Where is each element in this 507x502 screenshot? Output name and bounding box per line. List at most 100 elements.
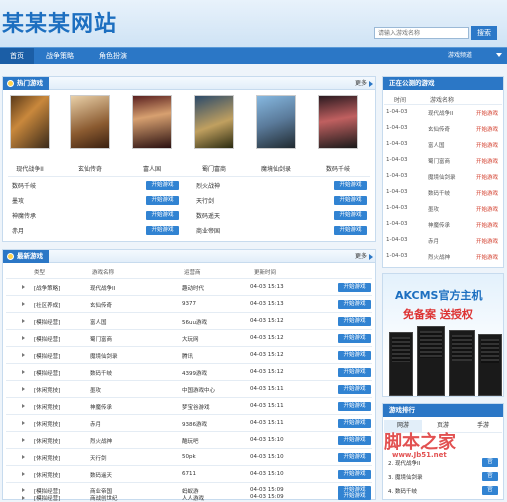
game-type[interactable]: [休闲竞技] (34, 386, 60, 394)
game-card-name[interactable]: 魔境仙剑录 (248, 164, 304, 173)
test-game-name[interactable]: 玄仙传奇 (428, 125, 450, 133)
game-name[interactable]: 蜀门富商 (90, 335, 112, 343)
game-name[interactable]: 富人国 (90, 318, 107, 326)
start-game-button[interactable]: 开始游戏 (334, 226, 367, 235)
hot-game-name[interactable]: 数码遥天 (196, 211, 220, 220)
game-type[interactable]: [休闲竞技] (34, 403, 60, 411)
rank-item[interactable]: 4. 数码千岐 (388, 487, 417, 495)
game-cover-5[interactable] (256, 95, 296, 149)
hot-game-name[interactable]: 天行剑 (196, 196, 214, 205)
start-game-link[interactable]: 开始游戏 (476, 173, 498, 181)
start-game-button[interactable]: 开始游戏 (334, 196, 367, 205)
game-cover-2[interactable] (70, 95, 110, 149)
game-name[interactable]: 神魔传承 (90, 403, 112, 411)
rank-tag[interactable]: 官 (482, 486, 498, 495)
game-channel-link[interactable]: 游戏频道 (448, 48, 472, 64)
search-button[interactable]: 搜索 (471, 26, 497, 40)
game-name[interactable]: 商战创世纪 (90, 494, 118, 502)
game-type[interactable]: [模拟经营] (34, 318, 60, 326)
start-game-button[interactable]: 开始游戏 (146, 211, 179, 220)
test-game-name[interactable]: 神魔传承 (428, 221, 450, 229)
start-game-button[interactable]: 开始游戏 (146, 181, 179, 190)
game-cover-4[interactable] (194, 95, 234, 149)
start-game-button[interactable]: 开始游戏 (338, 368, 371, 377)
game-name[interactable]: 数码遥天 (90, 471, 112, 479)
start-game-button[interactable]: 开始游戏 (334, 181, 367, 190)
game-name[interactable]: 赤月 (90, 420, 101, 428)
game-name[interactable]: 烈火战神 (90, 437, 112, 445)
start-game-button[interactable]: 开始游戏 (338, 436, 371, 445)
rank-item[interactable]: 3. 魔境仙剑录 (388, 473, 423, 481)
game-name[interactable]: 玄仙传奇 (90, 301, 112, 309)
start-game-button[interactable]: 开始游戏 (338, 283, 371, 292)
start-game-button[interactable]: 开始游戏 (338, 317, 371, 326)
test-game-name[interactable]: 墨攻 (428, 205, 439, 213)
hot-game-name[interactable]: 墨攻 (12, 196, 24, 205)
start-game-button[interactable]: 开始游戏 (146, 226, 179, 235)
game-name[interactable]: 墨攻 (90, 386, 101, 394)
game-name[interactable]: 数码千岐 (90, 369, 112, 377)
test-game-name[interactable]: 数码千岐 (428, 189, 450, 197)
start-game-link[interactable]: 开始游戏 (476, 253, 498, 261)
start-game-button[interactable]: 开始游戏 (338, 300, 371, 309)
game-name[interactable]: 天行剑 (90, 454, 107, 462)
game-name[interactable]: 魔境仙剑录 (90, 352, 118, 360)
game-type[interactable]: [休闲竞技] (34, 471, 60, 479)
start-game-link[interactable]: 开始游戏 (476, 141, 498, 149)
game-card-name[interactable]: 富人国 (124, 164, 180, 173)
game-type[interactable]: [模拟经营] (34, 494, 60, 502)
start-game-button[interactable]: 开始游戏 (338, 385, 371, 394)
test-game-name[interactable]: 魔境仙剑录 (428, 173, 456, 181)
game-type[interactable]: [社区养成] (34, 301, 60, 309)
game-cover-1[interactable] (10, 95, 50, 149)
test-game-name[interactable]: 富人国 (428, 141, 445, 149)
start-game-button[interactable]: 开始游戏 (338, 351, 371, 360)
hot-game-name[interactable]: 数码千岐 (12, 181, 36, 190)
start-game-link[interactable]: 开始游戏 (476, 109, 498, 117)
chevron-down-icon[interactable] (496, 53, 502, 57)
test-game-name[interactable]: 烈火战神 (428, 253, 450, 261)
start-game-link[interactable]: 开始游戏 (476, 205, 498, 213)
start-game-link[interactable]: 开始游戏 (476, 221, 498, 229)
game-card-name[interactable]: 蜀门富商 (186, 164, 242, 173)
nav-item-home[interactable]: 首页 (0, 48, 34, 64)
game-type[interactable]: [休闲竞技] (34, 420, 60, 428)
test-game-name[interactable]: 蜀门富商 (428, 157, 450, 165)
start-game-button[interactable]: 开始游戏 (338, 470, 371, 479)
search-input[interactable] (374, 27, 469, 39)
start-game-button[interactable]: 开始游戏 (338, 334, 371, 343)
hot-game-name[interactable]: 神魔传承 (12, 211, 36, 220)
start-game-link[interactable]: 开始游戏 (476, 189, 498, 197)
nav-item-strategy[interactable]: 战争策略 (38, 48, 82, 64)
game-card-name[interactable]: 数码千岐 (310, 164, 366, 173)
hot-game-name[interactable]: 烈火战神 (196, 181, 220, 190)
rank-item[interactable]: 2. 现代战争II (388, 459, 420, 467)
game-type[interactable]: [模拟经营] (34, 352, 60, 360)
start-game-button[interactable]: 开始游戏 (338, 402, 371, 411)
game-cover-3[interactable] (132, 95, 172, 149)
game-type[interactable]: [休闲竞技] (34, 454, 60, 462)
start-game-link[interactable]: 开始游戏 (476, 157, 498, 165)
rank-tag[interactable]: 官 (482, 472, 498, 481)
start-game-button[interactable]: 开始游戏 (146, 196, 179, 205)
arrow-right-icon[interactable] (369, 81, 373, 87)
game-name[interactable]: 现代战争II (90, 284, 115, 292)
start-game-button[interactable]: 开始游戏 (338, 493, 371, 500)
game-cover-6[interactable] (318, 95, 358, 149)
game-type[interactable]: [模拟经营] (34, 335, 60, 343)
hot-game-name[interactable]: 赤月 (12, 226, 24, 235)
test-game-name[interactable]: 现代战争II (428, 109, 453, 117)
start-game-button[interactable]: 开始游戏 (338, 419, 371, 428)
nav-item-rpg[interactable]: 角色扮演 (88, 48, 138, 64)
more-link[interactable]: 更多 (355, 250, 367, 263)
test-game-name[interactable]: 赤月 (428, 237, 439, 245)
rank-tag[interactable]: 官 (482, 458, 498, 467)
more-link[interactable]: 更多 (355, 77, 367, 90)
start-game-button[interactable]: 开始游戏 (338, 453, 371, 462)
start-game-link[interactable]: 开始游戏 (476, 125, 498, 133)
game-type[interactable]: [休闲竞技] (34, 437, 60, 445)
site-logo[interactable]: 某某某网站 (2, 6, 117, 38)
hosting-ad-banner[interactable]: AKCMS官方主机 免备案 送授权 (382, 273, 504, 397)
arrow-right-icon[interactable] (369, 254, 373, 260)
start-game-link[interactable]: 开始游戏 (476, 237, 498, 245)
